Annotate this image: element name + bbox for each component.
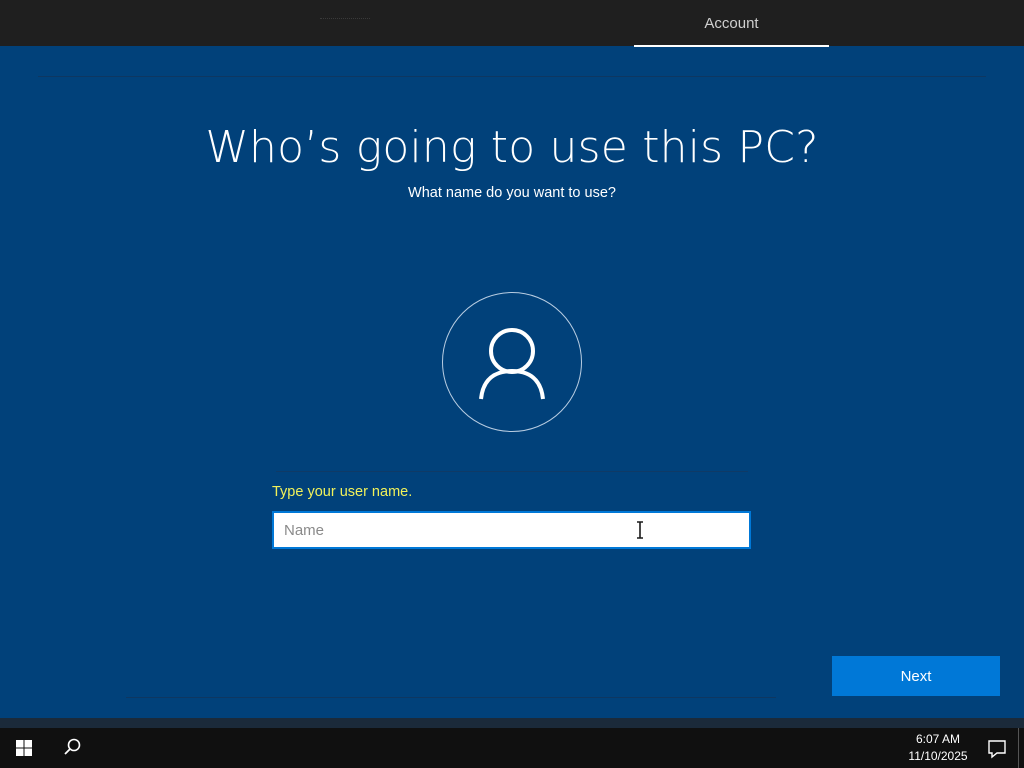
tab-selected-indicator	[634, 45, 829, 47]
clock-date: 11/10/2025	[908, 749, 968, 763]
action-center-icon	[988, 740, 1006, 759]
action-center-button[interactable]	[976, 728, 1018, 768]
page-subtitle: What name do you want to use?	[408, 185, 616, 201]
username-label: Type your user name.	[272, 484, 413, 500]
top-divider	[38, 76, 986, 77]
username-input[interactable]	[272, 511, 751, 549]
avatar	[442, 292, 582, 432]
taskbar: 6:07 AM 11/10/2025	[0, 728, 1024, 768]
taskbar-clock[interactable]: 6:07 AM 11/10/2025	[900, 731, 976, 765]
windows-logo-icon	[16, 740, 32, 756]
user-icon	[479, 328, 545, 400]
tab-account: Account	[704, 15, 759, 32]
clock-time: 6:07 AM	[915, 732, 961, 746]
lower-strip	[0, 718, 1024, 728]
search-icon	[64, 738, 81, 755]
faint-tab-placeholder	[320, 8, 370, 19]
bottom-divider	[126, 697, 776, 698]
page-title: Who’s going to use this PC?	[205, 122, 819, 173]
start-button[interactable]	[0, 728, 48, 768]
search-button[interactable]	[48, 728, 96, 768]
field-separator	[276, 471, 748, 472]
oobe-screen: Account Who’s going to use this PC? What…	[0, 0, 1024, 768]
show-desktop-button[interactable]	[1018, 728, 1024, 768]
top-bar: Account	[0, 0, 1024, 47]
next-button[interactable]: Next	[832, 656, 1000, 696]
